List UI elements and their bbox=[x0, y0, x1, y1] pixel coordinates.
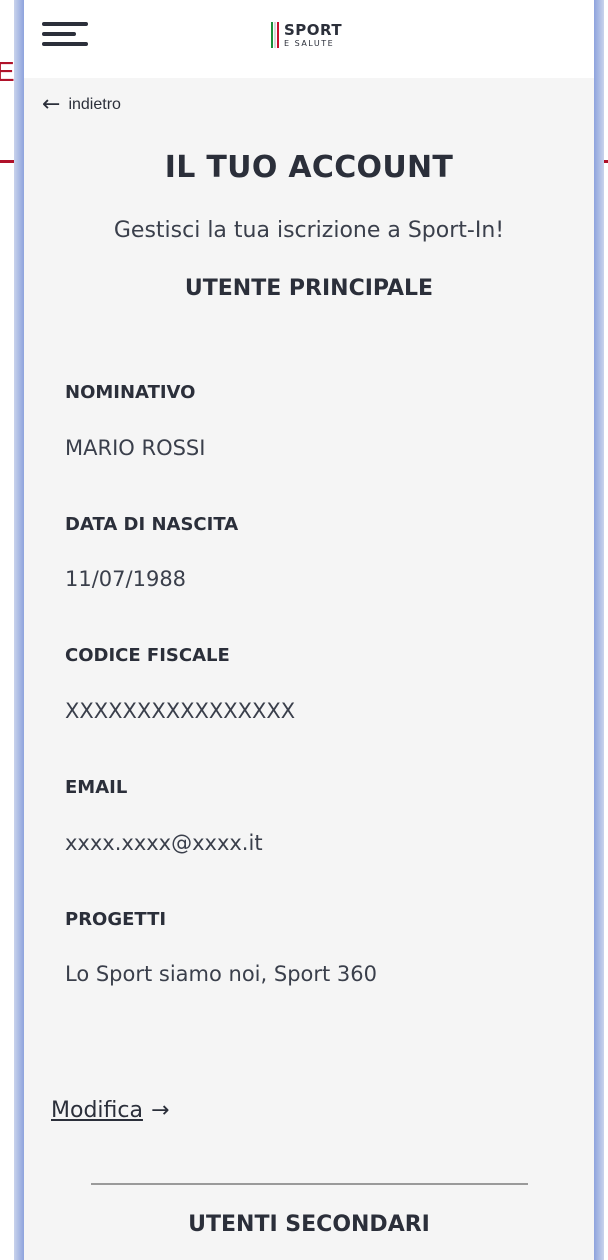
menu-icon-bar bbox=[42, 22, 88, 26]
device-frame-right bbox=[594, 0, 604, 1260]
arrow-right-icon: → bbox=[150, 1098, 170, 1123]
sport-e-salute-logo[interactable]: SPORT E SALUTE bbox=[271, 20, 342, 50]
menu-icon[interactable] bbox=[42, 22, 88, 52]
field-label-progetti: PROGETTI bbox=[65, 909, 167, 930]
field-label-nominativo: NOMINATIVO bbox=[65, 382, 196, 403]
edit-link-label: Modifica bbox=[51, 1098, 143, 1123]
menu-icon-bar bbox=[42, 42, 88, 46]
page-title: IL TUO ACCOUNT bbox=[164, 150, 454, 185]
back-link[interactable]: ← indietro bbox=[42, 94, 121, 116]
edit-link[interactable]: Modifica → bbox=[51, 1098, 169, 1123]
back-label: indietro bbox=[68, 96, 121, 113]
phone-screen: SPORT E SALUTE ← indietro IL TUO ACCOUNT… bbox=[24, 0, 594, 1260]
flag-stripe-green bbox=[271, 22, 273, 48]
menu-icon-bar bbox=[42, 32, 76, 36]
logo-line-2: E SALUTE bbox=[284, 38, 335, 48]
field-value-progetti: Lo Sport siamo noi, Sport 360 bbox=[65, 962, 378, 986]
flag-stripe-red bbox=[277, 22, 279, 48]
logo-wordmark: SPORT E SALUTE bbox=[284, 20, 343, 48]
secondary-users-section-title: UTENTI SECONDARI bbox=[188, 1212, 430, 1237]
background-letter: E bbox=[0, 56, 15, 87]
section-divider bbox=[91, 1183, 528, 1185]
top-app-bar: SPORT E SALUTE bbox=[24, 0, 594, 78]
arrow-left-icon: ← bbox=[42, 92, 61, 117]
field-label-data-di-nascita: DATA DI NASCITA bbox=[65, 514, 239, 535]
field-value-codice-fiscale: XXXXXXXXXXXXXXXX bbox=[65, 699, 296, 723]
field-value-nominativo: MARIO ROSSI bbox=[65, 436, 206, 460]
page-subtitle: Gestisci la tua iscrizione a Sport-In! bbox=[113, 218, 505, 243]
logo-line-1: SPORT bbox=[284, 20, 343, 39]
field-label-email: EMAIL bbox=[65, 777, 128, 798]
italian-flag-icon bbox=[271, 22, 279, 48]
device-frame-left bbox=[14, 0, 24, 1260]
field-value-email: xxxx.xxxx@xxxx.it bbox=[65, 831, 263, 855]
field-label-codice-fiscale: CODICE FISCALE bbox=[65, 645, 230, 666]
main-user-section-title: UTENTE PRINCIPALE bbox=[184, 276, 434, 301]
field-value-data-di-nascita: 11/07/1988 bbox=[65, 567, 187, 591]
flag-stripe-white bbox=[274, 22, 276, 48]
